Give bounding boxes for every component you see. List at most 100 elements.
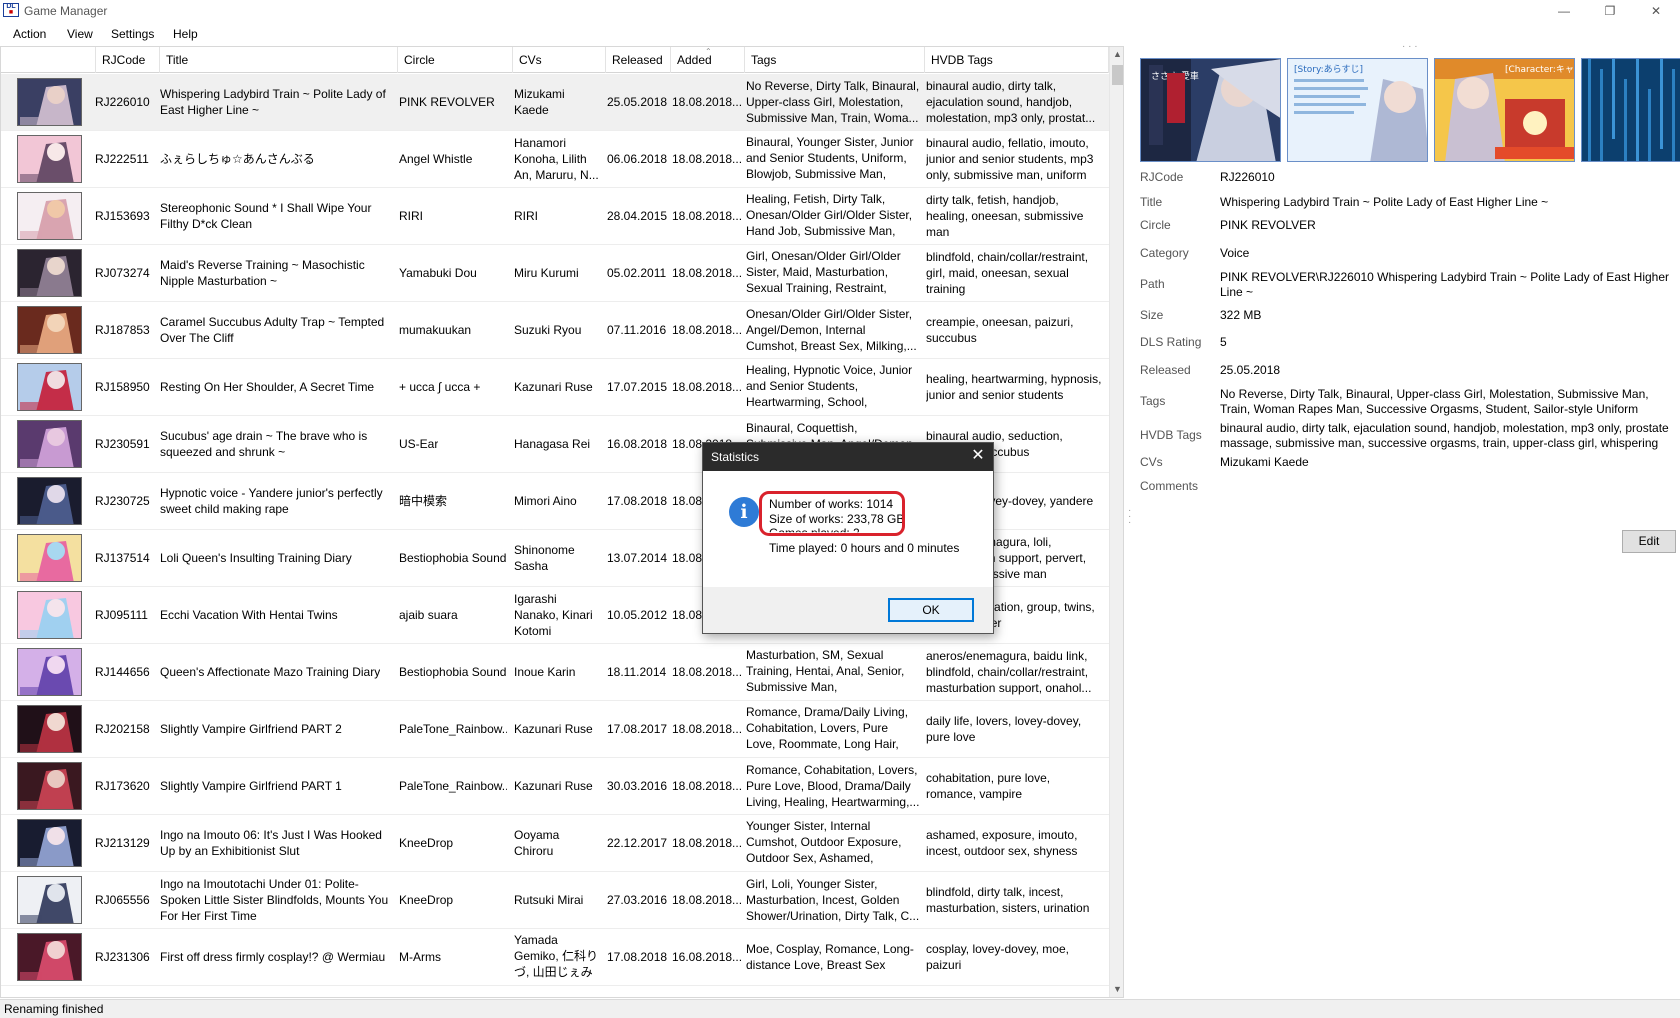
- cell-added: 18.08.2018...: [668, 131, 746, 187]
- column-hvdb-tags[interactable]: HVDB Tags: [925, 47, 1109, 73]
- table-row[interactable]: RJ065556 Ingo na Imoutotachi Under 01: Po…: [1, 872, 1109, 929]
- cell-tags-text: Girl, Loli, Younger Sister, Masturbation…: [746, 877, 920, 923]
- gallery-image[interactable]: [Story:あらすじ]: [1287, 58, 1428, 162]
- cell-tags-text: Healing, Hypnotic Voice, Junior and Seni…: [746, 363, 913, 412]
- cover-thumbnail: [17, 78, 82, 126]
- column-cvs[interactable]: CVs: [513, 47, 606, 73]
- cell-tags: Romance, Drama/Daily Living, Cohabitatio…: [742, 701, 924, 757]
- cell-circle: Yamabuki Dou: [395, 245, 511, 301]
- table-row[interactable]: RJ213129 Ingo na Imouto 06: It's Just I W…: [1, 815, 1109, 872]
- cell-rjcode-text: RJ222511: [95, 152, 149, 166]
- dialog-close-icon[interactable]: ✕: [969, 447, 987, 465]
- cell-circle-text: US-Ear: [399, 437, 439, 451]
- cell-cvs: Ooyama Chiroru: [510, 815, 604, 871]
- menu-action[interactable]: Action: [13, 27, 46, 41]
- cell-cvs-text: Kazunari Ruse: [514, 779, 593, 793]
- table-row[interactable]: RJ226010 Whispering Ladybird Train ~ Poli…: [1, 74, 1109, 131]
- cell-circle-text: PINK REVOLVER: [399, 95, 495, 109]
- maximize-button[interactable]: ❐: [1588, 0, 1632, 22]
- status-bar: Renaming finished: [0, 999, 1680, 1018]
- splitter-handle-side[interactable]: · · ·: [1128, 506, 1131, 528]
- table-row[interactable]: RJ153693 Stereophonic Sound * I Shall Wip…: [1, 188, 1109, 245]
- cell-hvdb-tags-text: creampie, oneesan, paizuri, succubus: [926, 315, 1074, 345]
- cover-thumbnail: [17, 591, 82, 639]
- cover-thumbnail: [17, 135, 82, 183]
- vertical-scrollbar[interactable]: ▲ ▼: [1109, 47, 1123, 997]
- edit-button[interactable]: Edit: [1622, 530, 1676, 553]
- table-row[interactable]: RJ144656 Queen's Affectionate Mazo Traini…: [1, 644, 1109, 701]
- detail-value-path: PINK REVOLVER\RJ226010 Whispering Ladybi…: [1220, 270, 1670, 299]
- cell-title-text: Maid's Reverse Training ~ Masochistic Ni…: [160, 258, 365, 288]
- column-title[interactable]: Title: [160, 47, 398, 73]
- detail-value-tags: No Reverse, Dirty Talk, Binaural, Upper-…: [1220, 387, 1649, 416]
- close-button[interactable]: ✕: [1634, 0, 1678, 22]
- cell-rjcode: RJ173620: [91, 758, 159, 814]
- scrollbar-thumb[interactable]: [1112, 65, 1123, 85]
- column-thumbnail[interactable]: [1, 47, 96, 73]
- cell-circle: PINK REVOLVER: [395, 74, 511, 130]
- cell-hvdb-tags: blindfold, chain/collar/restraint, girl,…: [922, 245, 1106, 301]
- cell-tags: Girl, Loli, Younger Sister, Masturbation…: [742, 872, 924, 928]
- cell-added-text: 18.08.2018...: [672, 836, 742, 850]
- cell-rjcode-text: RJ073274: [95, 266, 150, 280]
- cell-released-text: 18.11.2014: [607, 665, 667, 679]
- cell-hvdb-tags-text: binaural audio, fellatio, imouto, junior…: [926, 136, 1094, 182]
- gallery-image[interactable]: さささ 愛車: [1140, 58, 1281, 162]
- cell-tags: Healing, Hypnotic Voice, Junior and Seni…: [742, 359, 924, 415]
- table-row[interactable]: RJ187853 Caramel Succubus Adulty Trap ~ T…: [1, 302, 1109, 359]
- cell-circle-text: ajaib suara: [399, 608, 458, 622]
- column-released[interactable]: Released: [606, 47, 671, 73]
- detail-label-tags: Tags: [1140, 394, 1166, 408]
- menu-help[interactable]: Help: [173, 27, 198, 41]
- table-row[interactable]: RJ073274 Maid's Reverse Training ~ Masoch…: [1, 245, 1109, 302]
- table-row[interactable]: RJ222511 ふぇらしちゅ☆あんさんぶる Angel Whistle Hanamo…: [1, 131, 1109, 188]
- cell-rjcode: RJ230725: [91, 473, 159, 529]
- dialog-footer: OK: [703, 587, 993, 633]
- splitter-handle-top[interactable]: · · ·: [1402, 42, 1418, 52]
- cell-title-text: Stereophonic Sound * I Shall Wipe Your F…: [160, 201, 372, 231]
- cell-hvdb-tags: cosplay, lovey-dovey, moe, paizuri: [922, 929, 1106, 985]
- cell-released-text: 22.12.2017: [607, 836, 667, 850]
- detail-label-size: Size: [1140, 308, 1164, 322]
- cell-hvdb-tags-text: blindfold, chain/collar/restraint, girl,…: [926, 250, 1089, 296]
- gallery-image[interactable]: [1581, 58, 1680, 162]
- cell-released: 25.05.2018: [603, 74, 671, 130]
- cell-released: 06.06.2018: [603, 131, 671, 187]
- gallery-image[interactable]: [Character:キャラ]: [1434, 58, 1575, 162]
- cell-rjcode: RJ187853: [91, 302, 159, 358]
- cell-circle: Bestiophobia Sound: [395, 530, 511, 586]
- cell-circle: + ucca ∫ ucca +: [395, 359, 511, 415]
- cell-rjcode: RJ137514: [91, 530, 159, 586]
- detail-value-size: 322 MB: [1220, 308, 1262, 322]
- table-row[interactable]: RJ158950 Resting On Her Shoulder, A Secre…: [1, 359, 1109, 416]
- table-row[interactable]: Onesan/Older Girl/Older Sister...: [1, 986, 1109, 996]
- cover-thumbnail: [17, 534, 82, 582]
- column-tags[interactable]: Tags: [745, 47, 925, 73]
- image-gallery[interactable]: さささ 愛車 [Story:あらすじ] [Character:キャラ]: [1140, 58, 1680, 164]
- column-rjcode[interactable]: RJCode: [96, 47, 160, 73]
- cell-added-text: 18.08.2018...: [672, 380, 742, 394]
- minimize-button[interactable]: —: [1542, 0, 1586, 22]
- table-row[interactable]: RJ231306 First off dress firmly cosplay!?…: [1, 929, 1109, 986]
- cell-released: 30.03.2016: [603, 758, 671, 814]
- table-row[interactable]: RJ202158 Slightly Vampire Girlfriend PART…: [1, 701, 1109, 758]
- ok-button[interactable]: OK: [888, 598, 974, 622]
- cell-released-text: 17.08.2018: [607, 494, 667, 508]
- cell-cvs-text: Suzuki Ryou: [514, 323, 582, 337]
- cell-added: 18.08.2018...: [668, 74, 746, 130]
- cell-cvs: Kazunari Ruse: [510, 701, 604, 757]
- cell-hvdb-tags-text: binaural audio, dirty talk, ejaculation …: [926, 79, 1096, 125]
- menu-settings[interactable]: Settings: [111, 27, 154, 41]
- table-row[interactable]: RJ173620 Slightly Vampire Girlfriend PART…: [1, 758, 1109, 815]
- cell-rjcode: RJ158950: [91, 359, 159, 415]
- scroll-down-icon[interactable]: ▼: [1110, 982, 1123, 997]
- cell-hvdb-tags-text: healing, heartwarming, hypnosis, junior …: [926, 372, 1102, 402]
- cell-circle-text: PaleTone_Rainbow...: [399, 722, 507, 736]
- column-circle[interactable]: Circle: [398, 47, 513, 73]
- grid-header: RJCode Title Circle CVs Released Added T…: [1, 47, 1109, 73]
- cell-hvdb-tags-text: dirty talk, fetish, handjob, healing, on…: [926, 193, 1084, 239]
- cell-rjcode-text: RJ187853: [95, 323, 150, 337]
- scroll-up-icon[interactable]: ▲: [1110, 47, 1123, 62]
- menu-view[interactable]: View: [67, 27, 93, 41]
- cell-released: [603, 986, 671, 996]
